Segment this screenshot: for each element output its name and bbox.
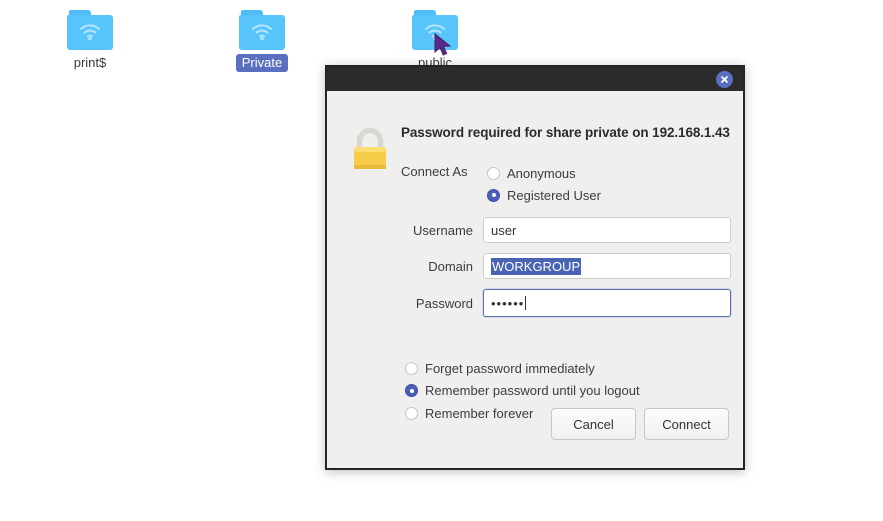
credentials-form: Username user Domain WORKGROUP Password … (401, 217, 731, 327)
dialog-button-row: Cancel Connect (551, 408, 729, 440)
radio-registered-user[interactable]: Registered User (487, 184, 601, 206)
connect-as-label: Connect As (401, 164, 468, 179)
password-row: Password •••••• (401, 289, 731, 317)
page-title: Password required for share private on 1… (401, 125, 730, 140)
wifi-icon (79, 24, 101, 41)
desktop-icon-label: Private (235, 54, 289, 72)
radio-remember-until-logout-label: Remember password until you logout (425, 383, 640, 399)
dialog-titlebar[interactable] (325, 65, 745, 91)
desktop-icon-label: print$ (73, 55, 107, 70)
text-caret (525, 296, 527, 310)
radio-remember-forever-label: Remember forever (425, 405, 534, 421)
network-folder-icon (67, 10, 113, 50)
radio-unchecked-icon[interactable] (405, 406, 418, 420)
radio-anonymous-label: Anonymous (507, 165, 576, 181)
username-value: user (491, 222, 517, 238)
username-input[interactable]: user (483, 217, 731, 243)
desktop-icon-print[interactable]: print$ (42, 10, 138, 72)
password-input[interactable]: •••••• (483, 289, 731, 317)
network-folder-icon (412, 10, 458, 50)
username-row: Username user (401, 217, 731, 243)
radio-remember-until-logout[interactable]: Remember password until you logout (405, 380, 640, 403)
radio-anonymous[interactable]: Anonymous (487, 162, 601, 184)
password-dialog: Password required for share private on 1… (325, 65, 745, 470)
dialog-body: Password required for share private on 1… (327, 91, 743, 468)
connect-button[interactable]: Connect (644, 408, 729, 440)
username-label: Username (413, 222, 473, 238)
dialog-header: Password required for share private on 1… (401, 125, 733, 140)
domain-label: Domain (428, 258, 473, 274)
connect-as-group: Connect As Anonymous Registered User (401, 162, 601, 206)
radio-unchecked-icon[interactable] (405, 361, 418, 375)
radio-forget-immediately[interactable]: Forget password immediately (405, 357, 640, 380)
desktop-icon-private[interactable]: Private (214, 10, 310, 72)
password-value: •••••• (491, 295, 525, 311)
radio-forget-immediately-label: Forget password immediately (425, 360, 595, 376)
radio-checked-icon[interactable] (405, 384, 418, 398)
domain-row: Domain WORKGROUP (401, 253, 731, 279)
radio-registered-user-label: Registered User (507, 187, 601, 203)
connect-as-radio-stack: Anonymous Registered User (487, 162, 601, 206)
padlock-icon (349, 127, 391, 173)
domain-input[interactable]: WORKGROUP (483, 253, 731, 279)
wifi-icon (424, 24, 446, 41)
domain-value: WORKGROUP (491, 257, 582, 275)
wifi-icon (251, 24, 273, 41)
network-folder-icon (239, 10, 285, 50)
cancel-button[interactable]: Cancel (551, 408, 636, 440)
close-icon[interactable] (716, 71, 733, 88)
desktop-icon-public[interactable]: public (387, 10, 483, 72)
radio-checked-icon[interactable] (487, 188, 500, 202)
password-label: Password (415, 295, 473, 311)
radio-unchecked-icon[interactable] (487, 166, 500, 180)
